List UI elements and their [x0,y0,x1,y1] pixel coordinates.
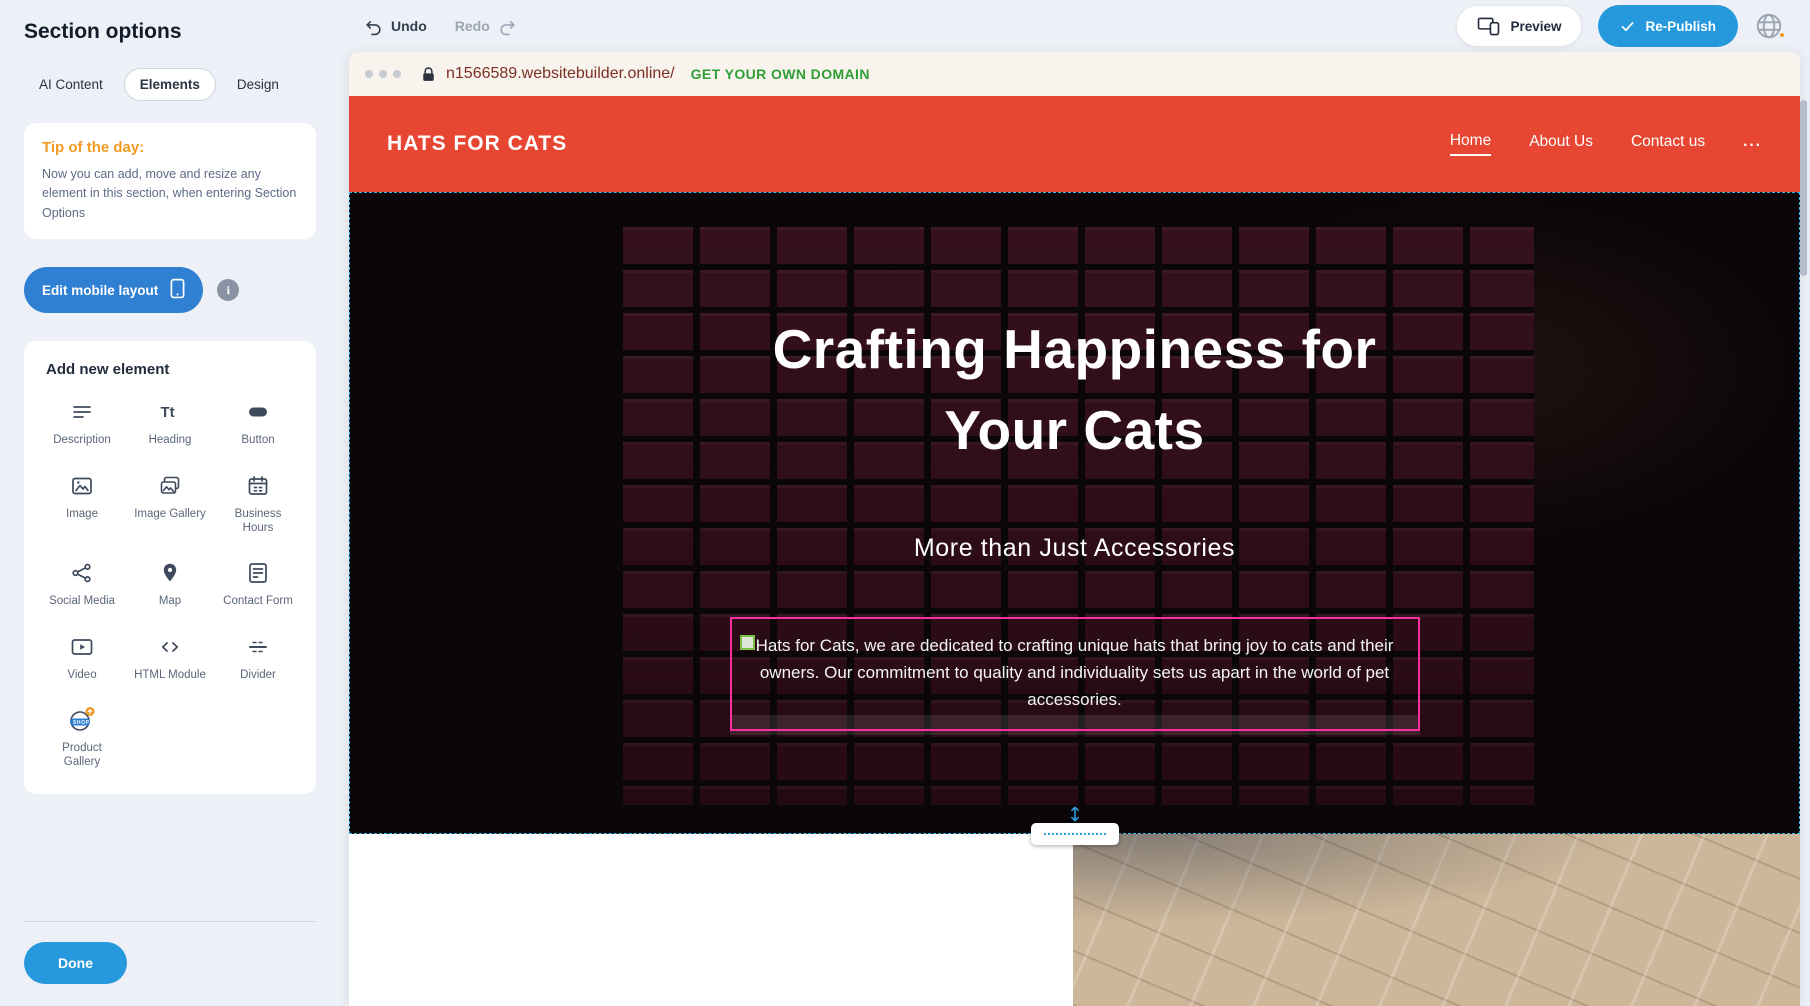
lock-icon [421,66,436,83]
hero-title[interactable]: Crafting Happiness for Your Cats [715,309,1435,472]
redo-button[interactable]: Redo [455,17,517,36]
nav-contact-us[interactable]: Contact us [1631,133,1705,155]
element-contact-form[interactable]: Contact Form [214,559,302,608]
next-section-preview [349,834,1800,1006]
divider-icon [246,633,270,661]
preview-button[interactable]: Preview [1456,5,1582,47]
html-module-icon [158,633,182,661]
heading-icon: Tt [158,398,182,426]
element-map[interactable]: Map [126,559,214,608]
social-media-icon [70,559,94,587]
description-icon [70,398,94,426]
sidebar-divider [24,921,316,922]
svg-text:Tt: Tt [161,404,175,421]
tab-ai-content[interactable]: AI Content [24,69,118,100]
main-area: Undo Redo Preview [340,0,1810,1006]
tip-body: Now you can add, move and resize any ele… [42,165,298,223]
image-gallery-icon [158,472,182,500]
element-product-gallery[interactable]: SHOP Product Gallery [38,706,126,770]
app-window: Section options AI Content Elements Desi… [0,0,1810,1006]
sidebar-footer: Done [24,921,316,984]
hero-content: Crafting Happiness for Your Cats More th… [350,193,1799,563]
hero-section-selected[interactable]: Crafting Happiness for Your Cats More th… [349,192,1800,834]
svg-text:SHOP: SHOP [73,720,90,726]
browser-address-bar: n1566589.websitebuilder.online/ GET YOUR… [349,52,1800,96]
sidebar-tabs: AI Content Elements Design [24,68,316,101]
toolbar-right: Preview Re-Publish [1456,5,1784,47]
selected-text-element[interactable]: Hats for Cats, we are dedicated to craft… [730,617,1420,731]
section-options-sidebar: Section options AI Content Elements Desi… [0,0,340,1006]
edit-mobile-layout-label: Edit mobile layout [42,283,158,298]
preview-devices-icon [1477,17,1500,36]
republish-button[interactable]: Re-Publish [1598,5,1738,47]
site-header[interactable]: HATS FOR CATS Home About Us Contact us .… [349,96,1800,192]
element-heading[interactable]: Tt Heading [126,398,214,447]
edit-mobile-layout-button[interactable]: Edit mobile layout [24,267,203,313]
contact-form-icon [246,559,270,587]
tip-title: Tip of the day: [42,139,298,156]
nav-about-us[interactable]: About Us [1529,133,1593,155]
add-element-title: Add new element [38,361,302,378]
tip-of-the-day-card: Tip of the day: Now you can add, move an… [24,123,316,239]
element-image-gallery[interactable]: Image Gallery [126,472,214,536]
button-icon [246,398,270,426]
site-logo[interactable]: HATS FOR CATS [387,132,567,156]
browser-dots-icon [365,70,401,78]
element-html-module[interactable]: HTML Module [126,633,214,682]
edit-mobile-row: Edit mobile layout i [24,267,316,313]
get-domain-link[interactable]: GET YOUR OWN DOMAIN [691,66,870,82]
language-globe-button[interactable] [1754,11,1784,41]
video-icon [70,633,94,661]
site-nav: Home About Us Contact us ... [1450,132,1762,156]
nav-home[interactable]: Home [1450,132,1491,156]
done-button[interactable]: Done [24,942,127,984]
site-url[interactable]: n1566589.websitebuilder.online/ [446,65,675,83]
element-video[interactable]: Video [38,633,126,682]
hero-subtitle[interactable]: More than Just Accessories [350,534,1799,563]
top-toolbar: Undo Redo Preview [340,0,1810,52]
mobile-phone-icon [170,278,185,302]
add-element-panel: Add new element Description Tt Heading [24,341,316,794]
selection-handle[interactable] [740,635,755,650]
resize-dotted-line [1044,833,1106,835]
map-icon [158,559,182,587]
resize-arrows-icon [1068,806,1082,822]
tab-design[interactable]: Design [222,69,294,100]
element-business-hours[interactable]: Business Hours [214,472,302,536]
business-hours-icon [246,472,270,500]
paving-stones-image [1073,834,1800,1006]
hero-paragraph[interactable]: Hats for Cats, we are dedicated to craft… [752,632,1398,714]
nav-more-menu[interactable]: ... [1743,133,1762,155]
element-divider[interactable]: Divider [214,633,302,682]
redo-icon [498,17,517,36]
element-image[interactable]: Image [38,472,126,536]
product-gallery-icon: SHOP [67,706,97,734]
site-canvas: n1566589.websitebuilder.online/ GET YOUR… [349,52,1800,1006]
page-title: Section options [24,20,316,44]
element-grid: Description Tt Heading Button [38,398,302,770]
image-icon [70,472,94,500]
notification-dot [1778,31,1786,39]
check-icon [1620,19,1635,34]
undo-icon [364,17,383,36]
section-resize-handle[interactable] [1031,823,1119,845]
element-description[interactable]: Description [38,398,126,447]
info-icon[interactable]: i [217,279,239,301]
element-button[interactable]: Button [214,398,302,447]
canvas-scrollbar[interactable] [1800,100,1807,276]
undo-button[interactable]: Undo [364,17,427,36]
element-social-media[interactable]: Social Media [38,559,126,608]
tab-elements[interactable]: Elements [124,68,216,101]
